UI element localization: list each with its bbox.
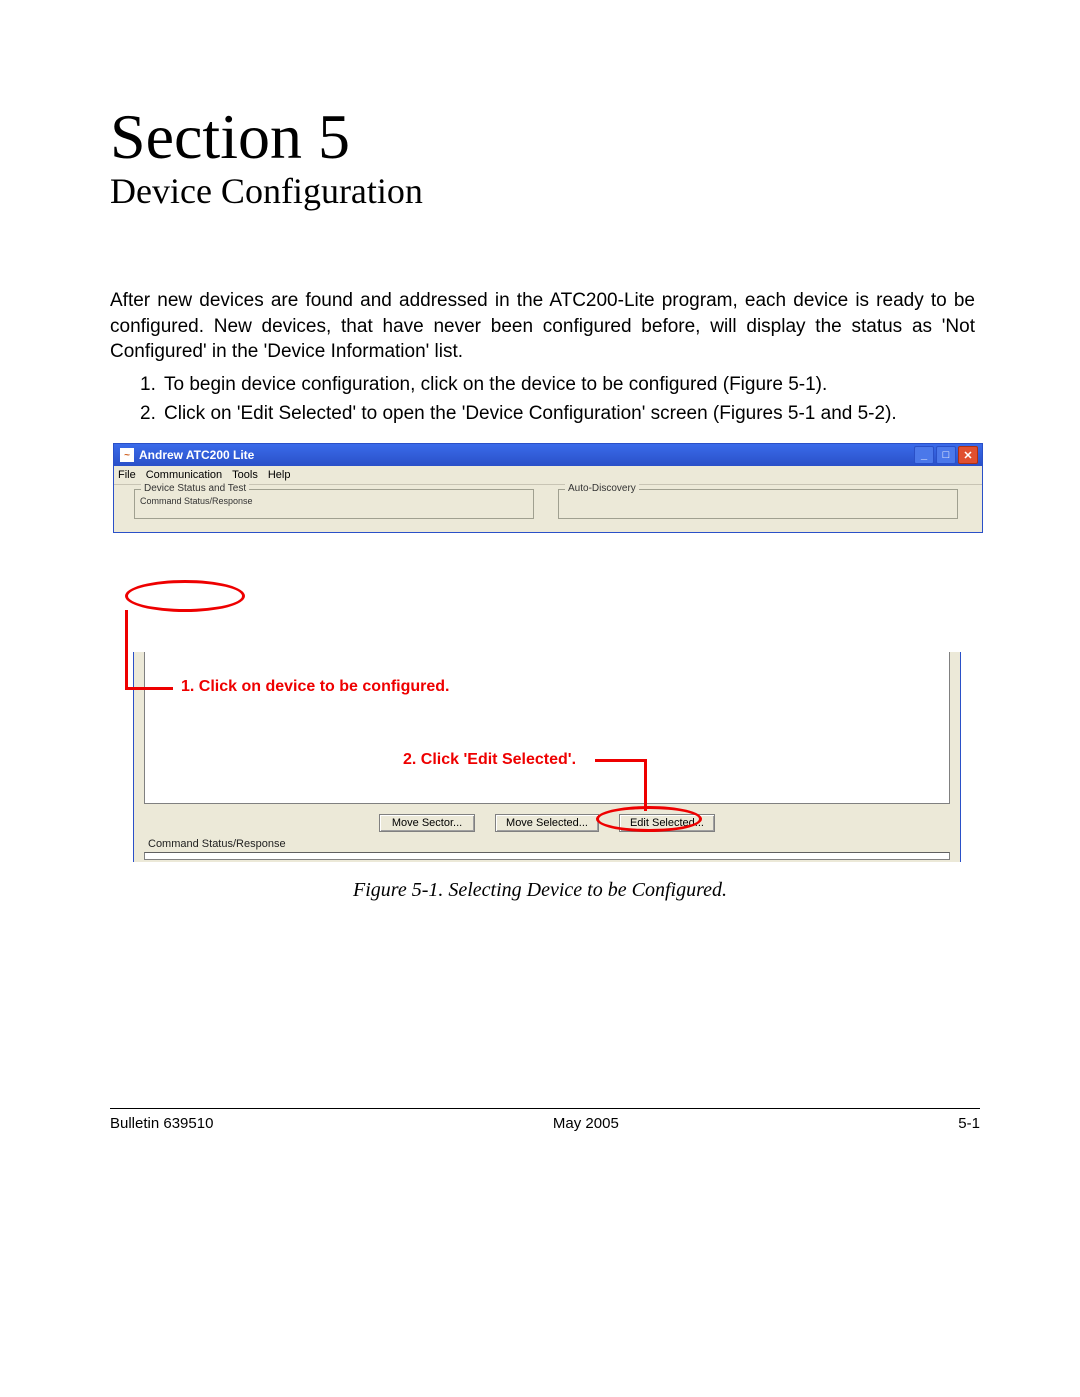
footer-center: May 2005 — [553, 1115, 619, 1132]
intro-paragraph: After new devices are found and addresse… — [110, 288, 975, 365]
annotation-text-1: 1. Click on device to be configured. — [181, 678, 450, 696]
annotation-line-horizontal-1 — [125, 687, 173, 690]
minimize-button[interactable]: _ — [914, 446, 934, 464]
annotation-line-vertical — [125, 610, 128, 690]
move-sector-button[interactable]: Move Sector... — [379, 814, 475, 832]
app-logo-icon: ~ — [120, 448, 134, 462]
annotation-line-horizontal-2 — [595, 759, 647, 762]
figure-caption: Figure 5-1. Selecting Device to be Confi… — [0, 879, 1080, 902]
top-group-row: Device Status and Test Command Status/Re… — [134, 489, 962, 525]
menu-file[interactable]: File — [118, 469, 136, 481]
section-subtitle: Device Configuration — [110, 170, 423, 212]
window-title: Andrew ATC200 Lite — [139, 448, 254, 462]
command-status-label: Command Status/Response — [148, 838, 286, 850]
footer-right: 5-1 — [958, 1115, 980, 1132]
annotation-circle-device — [125, 580, 245, 612]
titlebar-left: ~ Andrew ATC200 Lite — [120, 448, 254, 462]
move-selected-button[interactable]: Move Selected... — [495, 814, 599, 832]
footer-left: Bulletin 639510 — [110, 1115, 213, 1132]
maximize-button[interactable]: □ — [936, 446, 956, 464]
annotation-circle-edit-button — [596, 806, 702, 832]
section-heading: Section 5 — [110, 100, 350, 174]
footer-rule — [110, 1108, 980, 1109]
annotation-line-vertical-2 — [644, 759, 647, 811]
group-device-status: Device Status and Test Command Status/Re… — [134, 489, 534, 519]
step-2: 2.Click on 'Edit Selected' to open the '… — [140, 399, 990, 428]
group-device-status-legend: Device Status and Test — [141, 483, 249, 494]
numbered-steps: 1.To begin device configuration, click o… — [122, 370, 990, 429]
app-window: ~ Andrew ATC200 Lite _ □ ✕ File Communic… — [113, 443, 983, 533]
group-auto-discovery: Auto-Discovery — [558, 489, 958, 519]
menu-tools[interactable]: Tools — [232, 469, 258, 481]
menu-help[interactable]: Help — [268, 469, 291, 481]
action-button-row: Move Sector... Move Selected... Edit Sel… — [134, 810, 960, 836]
step-2-text: Click on 'Edit Selected' to open the 'De… — [164, 403, 897, 424]
command-status-bar — [144, 852, 950, 860]
annotation-text-2: 2. Click 'Edit Selected'. — [403, 751, 576, 769]
step-1-text: To begin device configuration, click on … — [164, 374, 827, 395]
group-cmd-response-sub: Command Status/Response — [137, 496, 256, 506]
device-list[interactable] — [144, 652, 950, 804]
document-page: Section 5 Device Configuration After new… — [0, 0, 1080, 1397]
group-auto-discovery-legend: Auto-Discovery — [565, 483, 639, 494]
step-1: 1.To begin device configuration, click o… — [140, 370, 990, 399]
menu-communication[interactable]: Communication — [146, 469, 222, 481]
close-button[interactable]: ✕ — [958, 446, 978, 464]
footer: Bulletin 639510 May 2005 5-1 — [110, 1115, 980, 1132]
window-controls: _ □ ✕ — [914, 446, 978, 464]
titlebar: ~ Andrew ATC200 Lite _ □ ✕ — [114, 444, 982, 466]
figure-5-1: ~ Andrew ATC200 Lite _ □ ✕ File Communic… — [113, 443, 983, 868]
